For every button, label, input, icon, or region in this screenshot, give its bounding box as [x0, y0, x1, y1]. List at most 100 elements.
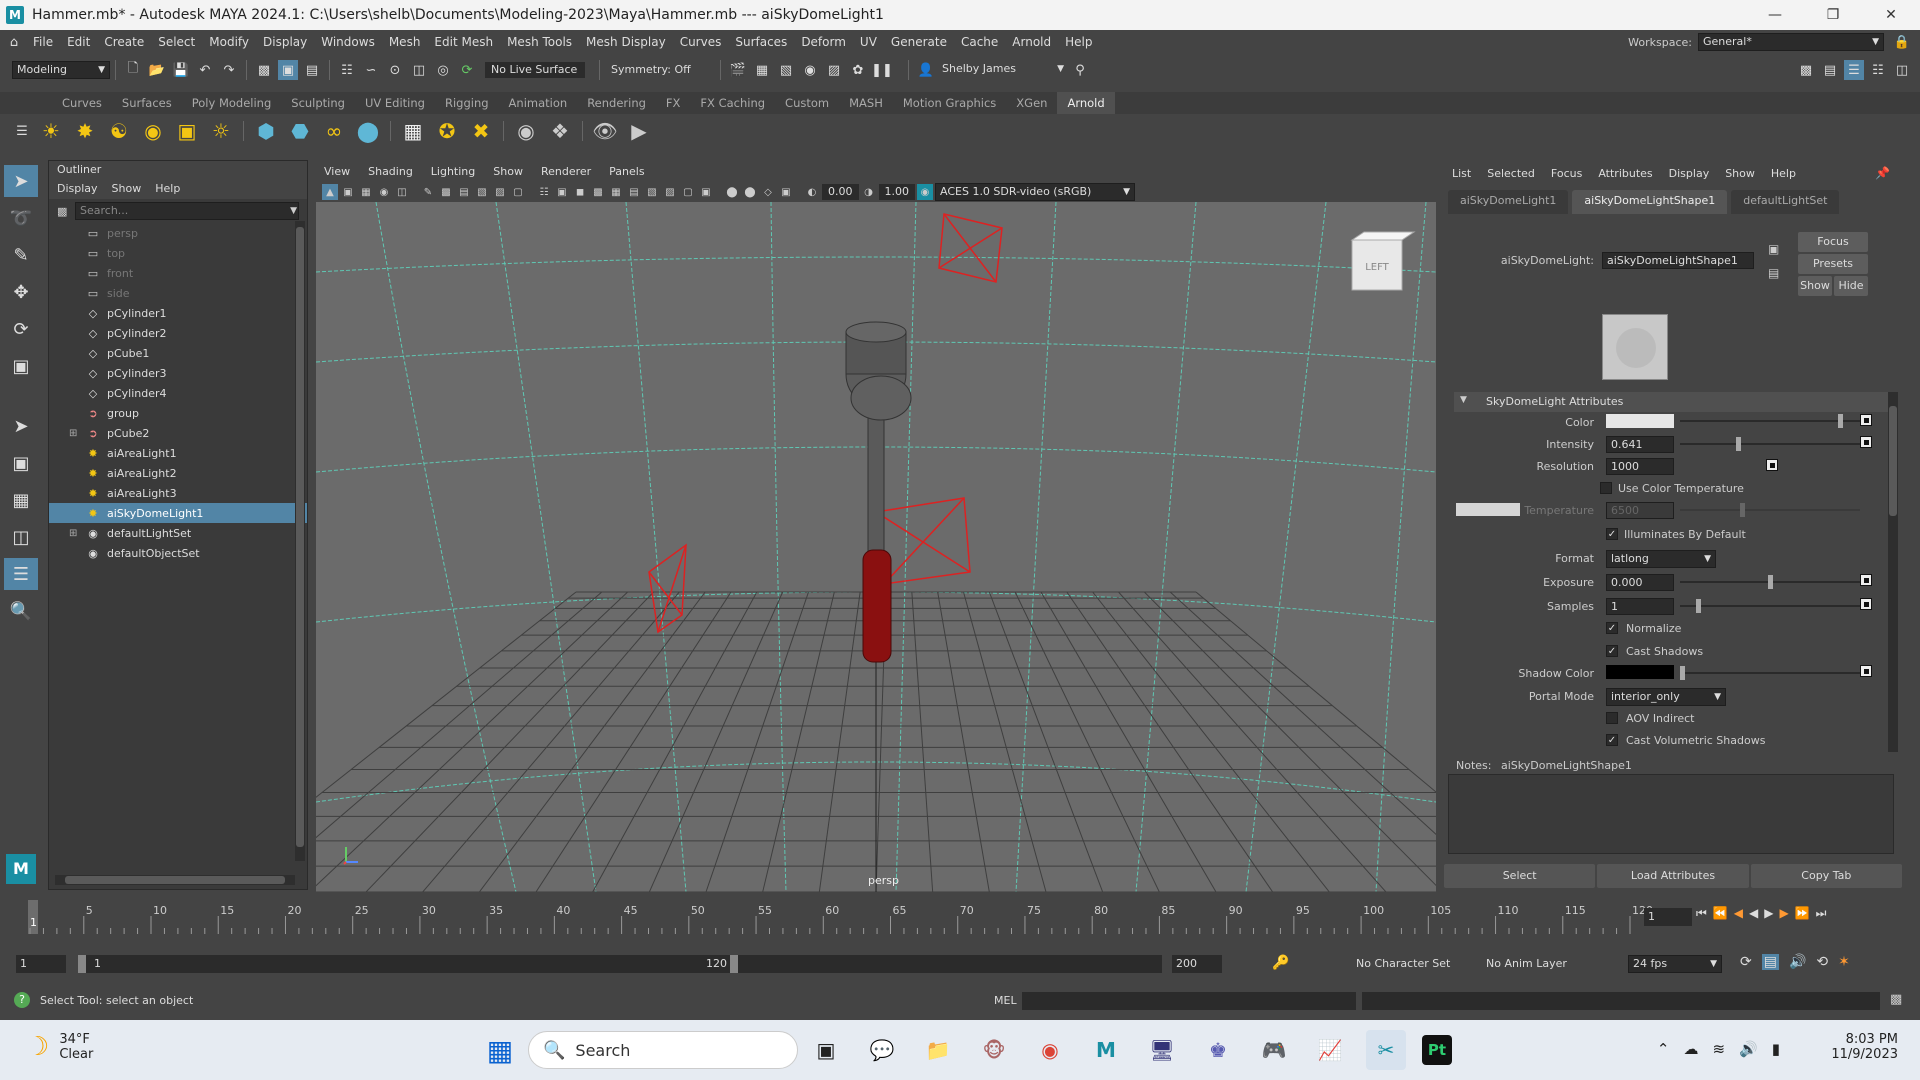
select-hierarchy-icon[interactable]: ▩ [254, 60, 274, 80]
menu-set-dropdown[interactable]: Modeling ▼ [12, 61, 110, 79]
shelf-tab-rendering[interactable]: Rendering [577, 92, 656, 114]
area-light-shelf-icon[interactable]: ☀ [37, 117, 65, 145]
outliner-item[interactable]: ◉ defaultObjectSet [49, 543, 307, 563]
camera-attributes-icon[interactable]: ▣ [340, 184, 356, 200]
viewport-menu-lighting[interactable]: Lighting [431, 162, 475, 182]
scene-view[interactable]: LEFT persp [316, 202, 1436, 892]
use-all-lights-icon[interactable]: ▤ [626, 184, 642, 200]
select-button[interactable]: Select [1444, 864, 1596, 888]
ae-tab-aiskydomelightshape1[interactable]: aiSkyDomeLightShape1 [1572, 190, 1728, 214]
format-dropdown[interactable]: latlong ▼ [1606, 550, 1716, 568]
command-input[interactable] [1022, 992, 1356, 1010]
viewport-menu-shading[interactable]: Shading [368, 162, 413, 182]
undo-icon[interactable]: ↶ [195, 60, 215, 80]
script-language-toggle[interactable]: MEL [994, 994, 1017, 1007]
channel-box-icon[interactable]: ☷ [1868, 60, 1888, 80]
grease-pencil-icon[interactable]: ✎ [420, 184, 436, 200]
shelf-tab-mash[interactable]: MASH [839, 92, 893, 114]
shelf-tab-motion-graphics[interactable]: Motion Graphics [893, 92, 1006, 114]
fps-dropdown[interactable]: 24 fps ▼ [1628, 955, 1722, 973]
outliner-menu-display[interactable]: Display [57, 179, 98, 199]
menu-file[interactable]: File [26, 30, 60, 54]
play-forwards-icon[interactable]: ▶ [1764, 906, 1773, 921]
outliner-item[interactable]: ◇ pCube1 [49, 343, 307, 363]
menu-arnold[interactable]: Arnold [1005, 30, 1058, 54]
intensity-input[interactable]: 0.641 [1606, 436, 1674, 453]
teams-icon[interactable]: ♚ [1198, 1030, 1238, 1070]
snap-grid-icon[interactable]: ☷ [337, 60, 357, 80]
minimize-icon[interactable]: — [1746, 0, 1804, 30]
outliner-item[interactable]: ◇ pCylinder1 [49, 303, 307, 323]
menu-mesh-display[interactable]: Mesh Display [579, 30, 673, 54]
time-slider[interactable]: 5 10 15 20 25 30 35 40 45 50 55 60 65 70 75 80 85 90 95 100… [0, 894, 1920, 940]
resolution-map-button[interactable] [1766, 459, 1778, 471]
light-portal-shelf-icon[interactable]: ▣ [173, 117, 201, 145]
menu-mesh[interactable]: Mesh [382, 30, 428, 54]
image-plane-icon[interactable]: ◉ [376, 184, 392, 200]
film-gate-icon[interactable]: ▩ [438, 184, 454, 200]
attribute-scrollbar[interactable] [1888, 392, 1898, 752]
skydome-light-shelf-icon[interactable]: ◉ [139, 117, 167, 145]
field-chart-icon[interactable]: ▨ [492, 184, 508, 200]
current-frame-input[interactable]: 1 [1644, 908, 1692, 926]
animation-end-input[interactable]: 200 [1172, 955, 1222, 973]
make-live-icon[interactable]: ⟳ [457, 60, 477, 80]
ae-menu-display[interactable]: Display [1669, 162, 1710, 186]
shadow-color-swatch[interactable] [1606, 665, 1674, 679]
snap-point-icon[interactable]: ⊙ [385, 60, 405, 80]
safe-action-icon[interactable]: ▢ [510, 184, 526, 200]
battery-icon[interactable]: ▮ [1772, 1040, 1780, 1058]
menu-modify[interactable]: Modify [202, 30, 256, 54]
outliner-scrollbar[interactable] [295, 221, 305, 861]
lasso-tool-icon[interactable]: ➰ [4, 202, 38, 234]
sound-icon[interactable]: 🔊 [1789, 954, 1806, 970]
shelf-tab-surfaces[interactable]: Surfaces [112, 92, 182, 114]
focus-button[interactable]: Focus [1798, 232, 1868, 252]
viewport-menu-renderer[interactable]: Renderer [541, 162, 591, 182]
range-slider[interactable]: 1 120 [78, 955, 1162, 973]
resolution-gate-icon[interactable]: ▤ [456, 184, 472, 200]
menu-curves[interactable]: Curves [673, 30, 729, 54]
cast-volumetric-shadows-checkbox[interactable]: ✓ [1606, 734, 1618, 746]
outliner-item[interactable]: ✸ aiAreaLight3 [49, 483, 307, 503]
two-view-layout-icon[interactable]: ◫ [4, 521, 38, 553]
render-settings-icon[interactable]: ◉ [800, 60, 820, 80]
hypershade-icon[interactable]: ▨ [824, 60, 844, 80]
ae-menu-help[interactable]: Help [1771, 162, 1796, 186]
lock-icon[interactable]: 🔒 [1892, 32, 1912, 52]
snap-curve-icon[interactable]: ∽ [361, 60, 381, 80]
reset-playback-icon[interactable]: ⟲ [1816, 954, 1828, 970]
home-icon[interactable]: ⌂ [4, 32, 24, 52]
view-transform-dropdown[interactable]: ACES 1.0 SDR-video (sRGB) ▼ [935, 183, 1135, 201]
playblast-shelf-icon[interactable]: ▶ [625, 117, 653, 145]
select-tool-icon[interactable]: ➤ [4, 165, 38, 197]
show-button[interactable]: Show [1798, 276, 1832, 296]
mesh-light-shelf-icon[interactable]: ✸ [71, 117, 99, 145]
ae-menu-show[interactable]: Show [1725, 162, 1755, 186]
load-attributes-button[interactable]: Load Attributes [1597, 864, 1749, 888]
save-scene-icon[interactable]: 💾 [171, 60, 191, 80]
menu-create[interactable]: Create [97, 30, 151, 54]
arnold-render-icon[interactable]: ✿ [848, 60, 868, 80]
outliner-menu-help[interactable]: Help [155, 179, 180, 199]
outliner-item[interactable]: ◇ pCylinder4 [49, 383, 307, 403]
shelf-tab-animation[interactable]: Animation [499, 92, 578, 114]
outliner-search-input[interactable]: Search... [75, 202, 299, 220]
chevron-up-icon[interactable]: ⌃ [1657, 1040, 1670, 1058]
color-slider[interactable] [1838, 414, 1843, 428]
aov-indirect-checkbox[interactable] [1606, 712, 1618, 724]
exposure-input[interactable]: 0.000 [1606, 574, 1674, 591]
taskbar-search-box[interactable]: 🔍 Search [528, 1031, 798, 1069]
shadow-color-map-button[interactable] [1860, 665, 1872, 677]
volume-icon[interactable]: 🔊 [1739, 1040, 1758, 1058]
outliner-item[interactable]: ◇ pCylinder2 [49, 323, 307, 343]
learning-icon[interactable]: ⚲ [1070, 60, 1090, 80]
file-explorer-icon[interactable]: 📁 [918, 1030, 958, 1070]
ae-menu-focus[interactable]: Focus [1551, 162, 1582, 186]
step-forward-key-icon[interactable]: ⏩ [1795, 906, 1810, 921]
outliner-menu-show[interactable]: Show [112, 179, 142, 199]
samples-input[interactable]: 1 [1606, 598, 1674, 615]
pycharm-icon[interactable]: Pt [1422, 1035, 1452, 1065]
gamma-icon[interactable]: ◑ [861, 184, 877, 200]
outliner-item[interactable]: ➲ group [49, 403, 307, 423]
